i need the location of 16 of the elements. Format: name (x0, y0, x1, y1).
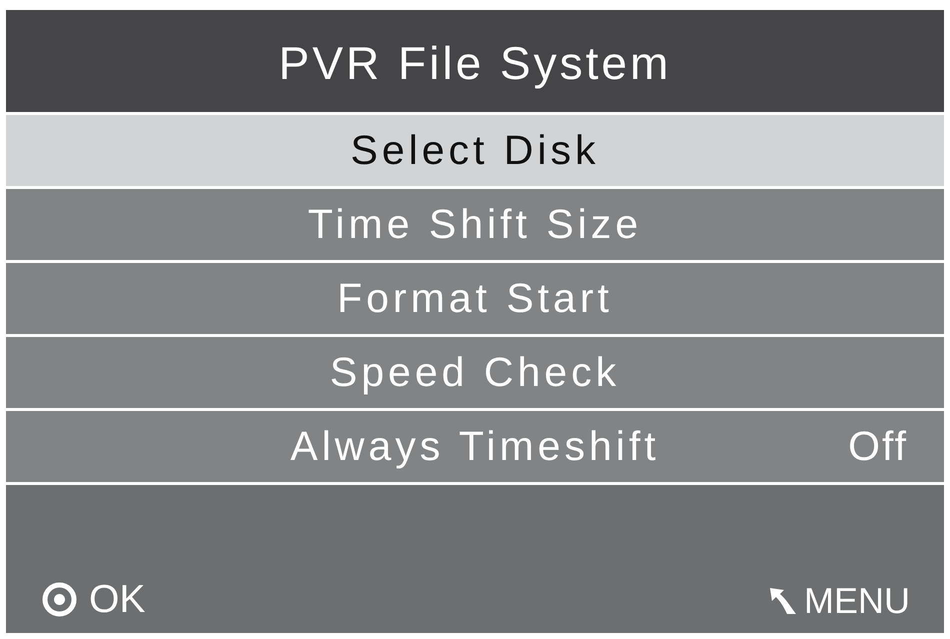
menu-item[interactable]: Time Shift Size (6, 189, 944, 260)
menu-item[interactable]: Speed Check (6, 337, 944, 408)
menu-hint: MENU (804, 583, 910, 619)
menu-title: PVR File System (278, 40, 672, 86)
menu-item-label: Format Start (337, 278, 613, 319)
return-arrow-icon (768, 586, 798, 616)
menu-item-label: Always Timeshift (290, 426, 660, 467)
menu-item-label: Speed Check (330, 352, 620, 393)
menu-item[interactable]: Select Disk (6, 115, 944, 186)
menu-item[interactable]: Format Start (6, 263, 944, 334)
ok-button-icon (42, 582, 77, 617)
menu-item-label: Time Shift Size (308, 204, 642, 245)
menu-item[interactable]: Always Timeshift Off (6, 411, 944, 482)
menu-item-value: Off (848, 426, 908, 467)
ok-hint: OK (89, 580, 146, 619)
menu-item-label: Select Disk (350, 130, 600, 171)
